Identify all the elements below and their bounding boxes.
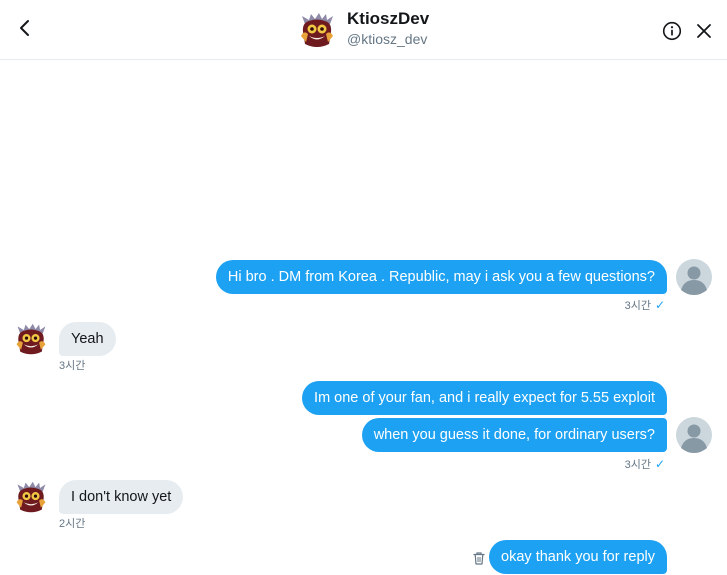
message-timestamp: 3시간 (59, 360, 86, 372)
checkmark-icon: ✓ (654, 457, 665, 471)
message-meta: 3시간 ✓ (625, 456, 665, 472)
outgoing-message[interactable]: when you guess it done, for ordinary use… (361, 418, 667, 452)
outgoing-message[interactable]: okay thank you for reply (489, 540, 667, 574)
message-meta: 3시간 (59, 357, 85, 373)
message-timestamp: 3시간 (624, 300, 651, 312)
avatar[interactable] (13, 321, 49, 357)
avatar[interactable] (676, 259, 712, 295)
outgoing-message[interactable]: Hi bro . DM from Korea . Republic, may i… (215, 260, 667, 294)
checkmark-icon: ✓ (654, 298, 665, 312)
outgoing-message[interactable]: Im one of your fan, and i really expect … (302, 381, 667, 415)
avatar[interactable] (676, 417, 712, 453)
conversation-header: KtioszDev @ktiosz_dev (0, 0, 727, 60)
message-timestamp: 2시간 (59, 518, 86, 530)
message-meta: 3시간 ✓ (625, 297, 665, 313)
trash-icon[interactable] (472, 551, 486, 565)
incoming-message[interactable]: I don't know yet (59, 480, 184, 514)
close-icon[interactable] (695, 22, 713, 40)
message-meta: 2시간 (59, 515, 85, 531)
back-button[interactable] (12, 14, 36, 42)
conversation-name[interactable]: KtioszDev (347, 9, 429, 29)
chevron-left-icon (20, 20, 29, 36)
info-icon[interactable] (662, 21, 682, 41)
avatar[interactable] (13, 479, 49, 515)
avatar[interactable] (297, 10, 337, 50)
incoming-message[interactable]: Yeah (59, 322, 116, 356)
conversation-handle: @ktiosz_dev (347, 31, 428, 47)
message-timestamp: 3시간 (624, 459, 651, 471)
